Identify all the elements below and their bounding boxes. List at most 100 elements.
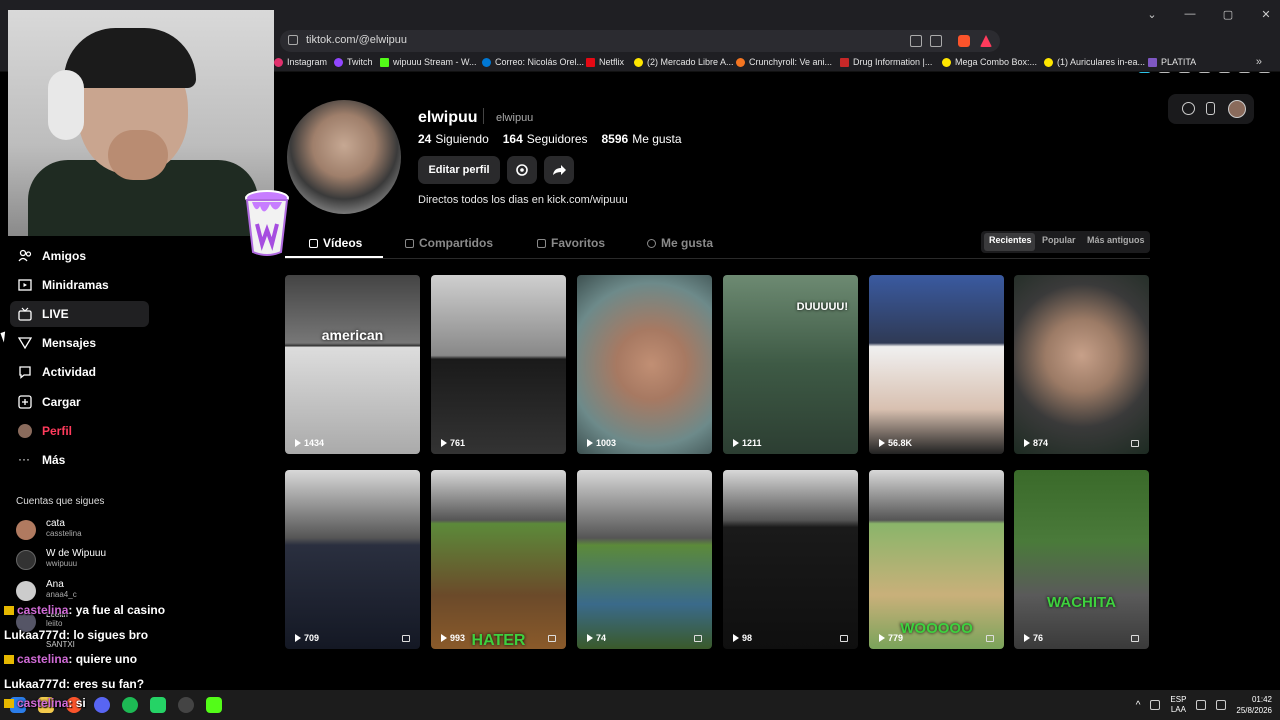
bookmark-crunchyroll[interactable]: Crunchyroll: Ve ani... bbox=[736, 57, 832, 67]
tab-shared[interactable]: Compartidos bbox=[405, 236, 493, 250]
bookmark-label: Correo: Nicolás Orel... bbox=[495, 57, 585, 67]
edit-profile-button[interactable]: Editar perfil bbox=[418, 156, 500, 184]
video-card[interactable]: american 1434 bbox=[285, 275, 420, 454]
discord-icon[interactable] bbox=[94, 697, 110, 713]
cast-icon[interactable] bbox=[930, 35, 942, 47]
sidebar-item-activity[interactable]: Actividad bbox=[10, 359, 149, 385]
view-count: 74 bbox=[587, 633, 606, 643]
heart-icon bbox=[647, 238, 656, 248]
video-card[interactable]: HATER 993 bbox=[431, 470, 566, 649]
following-handle: casstelina bbox=[46, 529, 82, 538]
sidebar-item-upload[interactable]: Cargar bbox=[10, 389, 149, 415]
translate-icon[interactable] bbox=[910, 35, 922, 47]
network-icon[interactable] bbox=[1196, 700, 1207, 710]
video-card[interactable]: 874 bbox=[1014, 275, 1149, 454]
chat-text: : si bbox=[68, 696, 86, 710]
video-caption: american bbox=[321, 327, 384, 343]
more-bookmarks-icon[interactable]: » bbox=[1256, 56, 1262, 68]
bookmark-drug-information[interactable]: Drug Information |... bbox=[840, 57, 932, 67]
settings-button[interactable] bbox=[507, 156, 537, 184]
chevron-down-icon[interactable]: ⌄ bbox=[1138, 8, 1166, 21]
bookmark-platita[interactable]: PLATITA bbox=[1148, 57, 1196, 67]
bookmark-netflix[interactable]: Netflix bbox=[586, 57, 624, 67]
sidebar-item-profile[interactable]: Perfil bbox=[10, 418, 149, 444]
clock[interactable]: 01:42 25/8/2026 bbox=[1236, 694, 1272, 716]
video-card[interactable]: 56.8K bbox=[869, 275, 1004, 454]
avatar bbox=[16, 581, 36, 601]
video-card[interactable]: DUUUUU! 1211 bbox=[723, 275, 858, 454]
share-button[interactable] bbox=[544, 156, 574, 184]
avatar-small[interactable] bbox=[1228, 100, 1246, 118]
mercadolibre-icon bbox=[634, 57, 643, 67]
play-icon bbox=[295, 634, 301, 642]
chat-text: : lo sigues bro bbox=[66, 628, 149, 642]
bookmark-label: wipuuu Stream - W... bbox=[393, 57, 477, 67]
clock-time: 01:42 bbox=[1251, 695, 1272, 704]
language-indicator[interactable]: ESP LAA bbox=[1170, 695, 1186, 715]
bookmark-instagram[interactable]: Instagram bbox=[274, 57, 327, 67]
repost-icon bbox=[405, 238, 414, 248]
sidebar-item-minidramas[interactable]: Minidramas bbox=[10, 272, 149, 298]
chat-text: : ya fue al casino bbox=[68, 603, 166, 617]
sort-popular[interactable]: Popular bbox=[1042, 235, 1076, 245]
minimize-icon[interactable]: — bbox=[1176, 8, 1204, 20]
tab-videos[interactable]: Vídeos bbox=[309, 236, 362, 250]
compass-icon[interactable] bbox=[1182, 102, 1195, 115]
sidebar-item-more[interactable]: ··· Más bbox=[10, 447, 149, 473]
site-info-icon[interactable] bbox=[288, 35, 298, 45]
sidebar-item-friends[interactable]: Amigos bbox=[10, 243, 149, 269]
chevron-up-icon[interactable]: ^ bbox=[1136, 700, 1141, 711]
volume-icon[interactable] bbox=[1216, 700, 1227, 710]
live-icon bbox=[18, 307, 32, 321]
mercadolibre-icon bbox=[942, 57, 951, 67]
tab-liked[interactable]: Me gusta bbox=[647, 236, 713, 250]
video-card[interactable]: 1003 bbox=[577, 275, 712, 454]
brave-rewards-icon[interactable] bbox=[980, 35, 992, 47]
bookmark-mercadolibre[interactable]: (2) Mercado Libre A... bbox=[634, 57, 734, 67]
kick-icon[interactable] bbox=[206, 697, 222, 713]
bookmark-auriculares[interactable]: (1) Auriculares in-ea... bbox=[1044, 57, 1145, 67]
url-text[interactable]: tiktok.com/@elwipuu bbox=[306, 34, 407, 46]
video-card[interactable]: 98 bbox=[723, 470, 858, 649]
video-card[interactable]: 761 bbox=[431, 275, 566, 454]
bookmark-mega-combo[interactable]: Mega Combo Box:... bbox=[942, 57, 1037, 67]
bookmark-outlook[interactable]: Correo: Nicolás Orel... bbox=[482, 57, 584, 67]
sidebar-item-messages[interactable]: Mensajes bbox=[10, 330, 149, 356]
language-code: ESP bbox=[1170, 695, 1187, 704]
spotify-icon[interactable] bbox=[122, 697, 138, 713]
obs-icon[interactable] bbox=[178, 697, 194, 713]
chat-message: Lukaa777d: lo sigues bro bbox=[4, 628, 148, 642]
sidebar-item-live[interactable]: LIVE bbox=[10, 301, 149, 327]
followers-count: 164 bbox=[502, 132, 523, 146]
whatsapp-icon[interactable] bbox=[150, 697, 166, 713]
sidebar-item-label: Cargar bbox=[42, 395, 81, 409]
bookmark-twitch[interactable]: Twitch bbox=[334, 57, 373, 67]
tab-favorites[interactable]: Favoritos bbox=[537, 236, 605, 250]
following-handle: anaa4_c bbox=[46, 590, 77, 599]
maximize-icon[interactable]: ▢ bbox=[1214, 8, 1242, 21]
sidebar-item-label: Amigos bbox=[42, 249, 87, 263]
bookmark-label: PLATITA bbox=[1161, 57, 1197, 67]
sort-recent[interactable]: Recientes bbox=[989, 235, 1032, 245]
play-icon bbox=[441, 439, 447, 447]
close-icon[interactable]: ✕ bbox=[1252, 8, 1280, 21]
play-icon bbox=[733, 439, 739, 447]
brave-shield-icon[interactable] bbox=[958, 35, 970, 47]
url-field[interactable]: tiktok.com/@elwipuu bbox=[280, 30, 1000, 52]
upload-icon bbox=[18, 395, 32, 409]
sort-oldest[interactable]: Más antiguos bbox=[1087, 235, 1145, 245]
bookmark-label: Mega Combo Box:... bbox=[955, 57, 1038, 67]
video-card[interactable]: WOOOOO 779 bbox=[869, 470, 1004, 649]
profile-avatar[interactable] bbox=[287, 100, 401, 214]
video-card[interactable]: WACHITA 76 bbox=[1014, 470, 1149, 649]
video-card[interactable]: 74 bbox=[577, 470, 712, 649]
chat-username: castelina bbox=[17, 652, 69, 666]
followers-stat[interactable]: 164 Seguidores bbox=[503, 132, 588, 146]
lock-icon bbox=[1131, 440, 1139, 447]
microphone-icon[interactable] bbox=[1150, 700, 1161, 710]
webcam-overlay bbox=[8, 10, 274, 236]
video-card[interactable]: 709 bbox=[285, 470, 420, 649]
phone-icon[interactable] bbox=[1206, 102, 1215, 115]
following-stat[interactable]: 24 Siguiendo bbox=[418, 132, 489, 146]
bookmark-kick[interactable]: wipuuu Stream - W... bbox=[380, 57, 477, 67]
